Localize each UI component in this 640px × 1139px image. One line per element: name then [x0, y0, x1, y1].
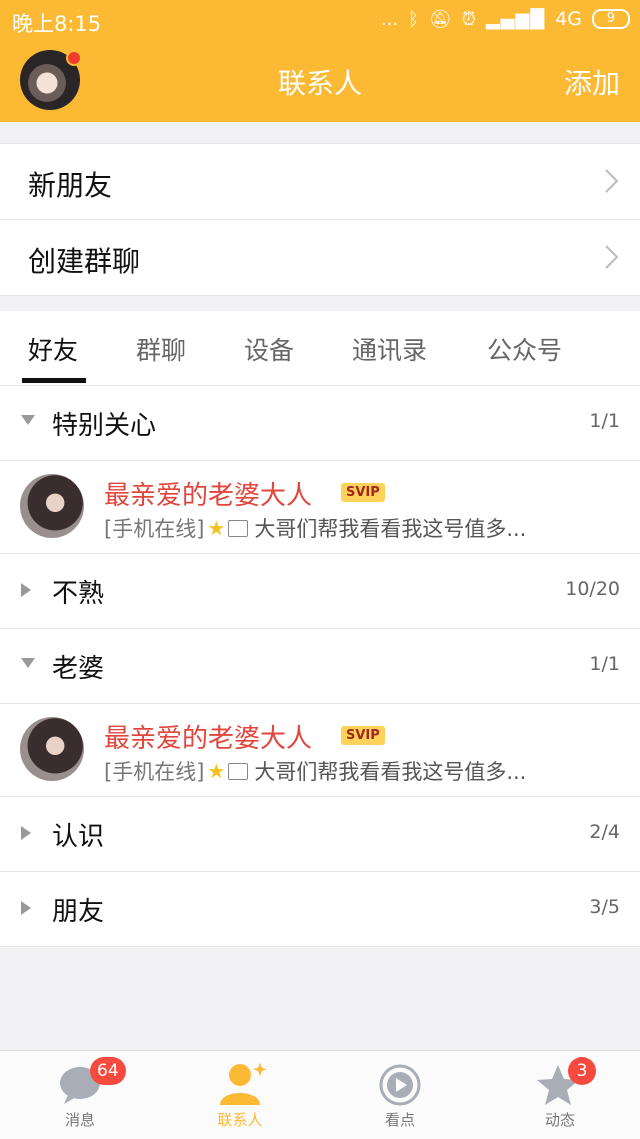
contact-list: 特别关心 1/1 最亲爱的老婆大人 SVIP [手机在线] ★ 大哥们帮我看看我… [0, 386, 640, 947]
bottom-nav: 64 消息 联系人 看点 3 动态 [0, 1050, 640, 1139]
bluetooth-icon: ᛒ [408, 8, 419, 30]
svip-badge: SVIP [341, 483, 385, 502]
network-type: 4G [555, 8, 582, 30]
tab-friends[interactable]: 好友 [28, 331, 78, 367]
add-button[interactable]: 添加 [564, 62, 620, 102]
top-bar: 晚上8:15 ... ᛒ 🔕︎ ⏰︎ ▂▄▆█ 4G 9 联系人 添加 [0, 0, 640, 122]
svip-badge: SVIP [341, 726, 385, 745]
actions-card: 新朋友 创建群聊 [0, 143, 640, 296]
online-status: [手机在线] [104, 517, 205, 541]
group-count: 3/5 [589, 896, 620, 918]
tab-underline [22, 378, 86, 383]
more-dots-icon: ... [380, 8, 399, 30]
group-count: 2/4 [589, 821, 620, 843]
group-count: 1/1 [589, 410, 620, 432]
group-count: 1/1 [589, 653, 620, 675]
triangle-right-icon [21, 583, 31, 597]
group-name: 朋友 [52, 897, 105, 927]
messages-badge: 64 [90, 1057, 126, 1085]
contact-name: 最亲爱的老婆大人 [104, 724, 313, 754]
tab-address-book[interactable]: 通讯录 [352, 331, 427, 367]
nav-contacts[interactable]: 联系人 [160, 1051, 320, 1139]
tab-groups[interactable]: 群聊 [136, 331, 186, 367]
new-friends-label: 新朋友 [28, 169, 113, 202]
moments-badge: 3 [568, 1057, 596, 1085]
mute-bell-icon: 🔕︎ [428, 8, 452, 30]
contact-row[interactable]: 最亲爱的老婆大人 SVIP [手机在线] ★ 大哥们帮我看看我这号值多... [0, 704, 640, 797]
new-friends-row[interactable]: 新朋友 [0, 144, 640, 220]
contact-status: [手机在线] ★ 大哥们帮我看看我这号值多... [104, 513, 526, 543]
contact-tabs: 好友 群聊 设备 通讯录 公众号 [0, 311, 640, 386]
contact-name: 最亲爱的老婆大人 [104, 481, 313, 511]
triangle-down-icon [21, 658, 35, 668]
contact-row[interactable]: 最亲爱的老婆大人 SVIP [手机在线] ★ 大哥们帮我看看我这号值多... [0, 461, 640, 554]
chevron-right-icon [605, 245, 619, 269]
star-icon: ★ [207, 759, 226, 783]
group-name: 不熟 [52, 579, 105, 609]
tab-official-accounts[interactable]: 公众号 [487, 331, 562, 367]
create-group-label: 创建群聊 [28, 245, 141, 278]
nav-label: 联系人 [217, 1111, 263, 1129]
status-time: 晚上8:15 [12, 12, 102, 36]
online-status: [手机在线] [104, 760, 205, 784]
nav-label: 动态 [544, 1111, 575, 1129]
chevron-right-icon [605, 169, 619, 193]
last-message: 大哥们帮我看看我这号值多... [254, 760, 527, 784]
triangle-right-icon [21, 826, 31, 840]
group-name: 老婆 [52, 654, 105, 684]
group-special[interactable]: 特别关心 1/1 [0, 386, 640, 461]
image-icon [228, 519, 249, 537]
triangle-down-icon [21, 415, 35, 425]
group-count: 10/20 [565, 578, 620, 600]
group-unfamiliar[interactable]: 不熟 10/20 [0, 554, 640, 629]
nav-moments[interactable]: 3 动态 [480, 1051, 640, 1139]
play-circle-icon [379, 1064, 421, 1106]
nav-watch[interactable]: 看点 [320, 1051, 480, 1139]
person-icon [220, 1063, 267, 1105]
group-name: 特别关心 [52, 411, 157, 441]
page-title: 联系人 [277, 67, 362, 100]
image-icon [228, 762, 249, 780]
group-acquaint[interactable]: 认识 2/4 [0, 797, 640, 872]
alarm-icon: ⏰︎ [461, 8, 476, 30]
contact-status: [手机在线] ★ 大哥们帮我看看我这号值多... [104, 756, 526, 786]
contact-avatar [20, 717, 84, 781]
nav-messages[interactable]: 64 消息 [0, 1051, 160, 1139]
nav-label: 消息 [64, 1111, 95, 1129]
create-group-row[interactable]: 创建群聊 [0, 220, 640, 296]
signal-icon: ▂▄▆█ [485, 8, 546, 30]
status-bar: 晚上8:15 ... ᛒ 🔕︎ ⏰︎ ▂▄▆█ 4G 9 [0, 0, 640, 42]
battery-icon: 9 [592, 9, 630, 29]
nav-label: 看点 [384, 1111, 415, 1129]
tab-devices[interactable]: 设备 [244, 331, 294, 367]
group-friends[interactable]: 朋友 3/5 [0, 872, 640, 947]
contact-avatar [20, 474, 84, 538]
triangle-right-icon [21, 901, 31, 915]
status-icons: ... ᛒ 🔕︎ ⏰︎ ▂▄▆█ 4G 9 [381, 8, 630, 30]
star-icon: ★ [207, 516, 226, 540]
group-wife[interactable]: 老婆 1/1 [0, 629, 640, 704]
group-name: 认识 [52, 822, 105, 852]
last-message: 大哥们帮我看看我这号值多... [254, 517, 527, 541]
